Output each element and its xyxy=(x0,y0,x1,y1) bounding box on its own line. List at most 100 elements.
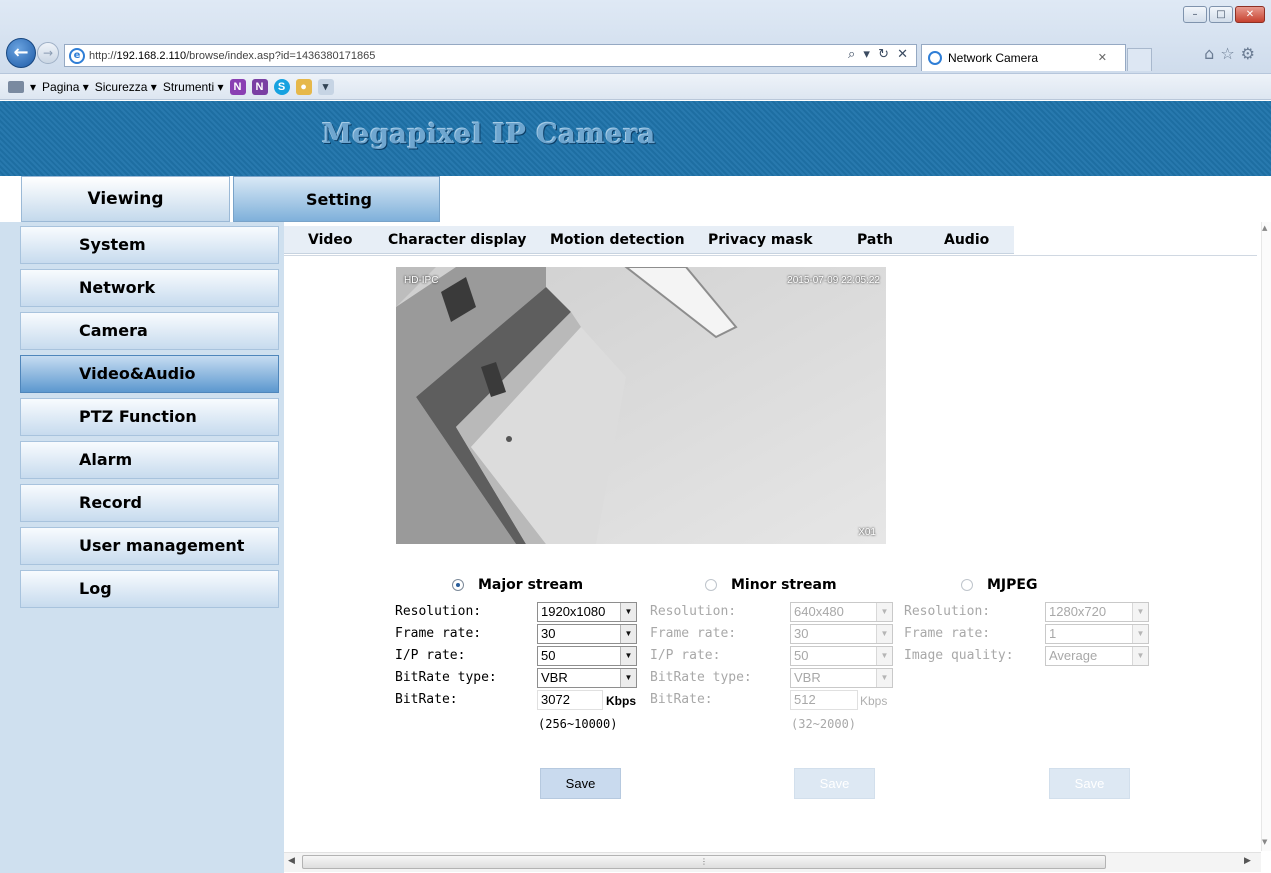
major-bitrate-unit: Kbps xyxy=(606,694,636,708)
horizontal-scroll-thumb[interactable]: ⋮ xyxy=(302,855,1106,869)
home-favorites-tools-icons[interactable]: ⌂☆⚙ xyxy=(1204,44,1261,63)
sidebar-item-system[interactable]: System xyxy=(20,226,279,264)
mjpeg-framerate-value: 1 xyxy=(1049,626,1057,641)
onenote-linked-icon[interactable]: N xyxy=(251,78,268,95)
minor-bitrate-input[interactable]: 512 xyxy=(790,690,858,710)
menu-pagina[interactable]: Pagina ▾ xyxy=(42,80,89,94)
camera-scene-image xyxy=(396,267,886,544)
sidebar-item-video-audio[interactable]: Video&Audio xyxy=(20,355,279,393)
minor-framerate-label: Frame rate: xyxy=(650,626,737,641)
browser-tab[interactable]: Network Camera ✕ xyxy=(921,44,1126,71)
skype-icon[interactable]: S xyxy=(273,78,290,95)
tab-path[interactable]: Path xyxy=(857,226,893,254)
settings-sidebar: System Network Camera Video&Audio PTZ Fu… xyxy=(0,222,284,873)
chevron-down-icon: ▼ xyxy=(1132,647,1148,665)
search-refresh-stop-icons[interactable]: ⌕ ▾ ↻ ✕ xyxy=(848,47,910,62)
tab-motion-detection[interactable]: Motion detection xyxy=(550,226,685,254)
major-stream-title: Major stream xyxy=(478,577,584,593)
tab-close-icon[interactable]: ✕ xyxy=(1098,51,1107,64)
tab-character-display[interactable]: Character display xyxy=(388,226,526,254)
tab-video[interactable]: Video xyxy=(308,226,353,254)
minor-stream-option[interactable]: Minor stream xyxy=(705,577,837,593)
url-text: http://192.168.2.110/browse/index.asp?id… xyxy=(89,50,375,62)
printer-dropdown-icon[interactable]: ▾ xyxy=(30,80,36,94)
major-framerate-label: Frame rate: xyxy=(395,626,482,641)
major-bitrate-type-select[interactable]: VBR ▼ xyxy=(537,668,637,688)
mjpeg-resolution-value: 1280x720 xyxy=(1049,604,1107,619)
mjpeg-save-button[interactable]: Save xyxy=(1049,768,1130,799)
menu-strumenti[interactable]: Strumenti ▾ xyxy=(163,80,224,94)
minor-iprate-select[interactable]: 50 ▼ xyxy=(790,646,893,666)
major-framerate-select[interactable]: 30 ▼ xyxy=(537,624,637,644)
minor-resolution-select[interactable]: 640x480 ▼ xyxy=(790,602,893,622)
tab-audio[interactable]: Audio xyxy=(944,226,989,254)
scroll-down-icon[interactable]: ▼ xyxy=(1262,838,1267,846)
chevron-down-icon: ▼ xyxy=(876,647,892,665)
mjpeg-quality-value: Average xyxy=(1049,648,1098,663)
forward-arrow-icon[interactable]: → xyxy=(37,42,59,64)
addon-icon[interactable]: ● xyxy=(295,78,312,95)
tab-title: Network Camera xyxy=(948,51,1039,65)
major-iprate-select[interactable]: 50 ▼ xyxy=(537,646,637,666)
top-tabs: Viewing Setting xyxy=(0,176,1271,222)
vertical-scrollbar[interactable] xyxy=(1261,222,1271,851)
minor-stream-radio[interactable] xyxy=(705,579,717,591)
minor-bitrate-type-value: VBR xyxy=(794,670,821,685)
chevron-down-icon: ▼ xyxy=(876,603,892,621)
mjpeg-quality-select[interactable]: Average ▼ xyxy=(1045,646,1149,666)
sidebar-item-record[interactable]: Record xyxy=(20,484,279,522)
major-stream-option[interactable]: Major stream xyxy=(452,577,583,593)
tab-setting[interactable]: Setting xyxy=(233,176,440,222)
sidebar-item-camera[interactable]: Camera xyxy=(20,312,279,350)
minor-framerate-value: 30 xyxy=(794,626,809,641)
sidebar-item-ptz-function[interactable]: PTZ Function xyxy=(20,398,279,436)
major-iprate-value: 50 xyxy=(541,648,556,663)
major-iprate-label: I/P rate: xyxy=(395,648,466,663)
minor-bitrate-label: BitRate: xyxy=(650,692,713,707)
minor-bitrate-type-select[interactable]: VBR ▼ xyxy=(790,668,893,688)
tab-privacy-mask[interactable]: Privacy mask xyxy=(708,226,813,254)
sidebar-item-network[interactable]: Network xyxy=(20,269,279,307)
major-resolution-select[interactable]: 1920x1080 ▼ xyxy=(537,602,637,622)
ie-logo-icon: e xyxy=(69,47,85,64)
chevron-down-icon: ▼ xyxy=(620,647,636,665)
minor-save-button[interactable]: Save xyxy=(794,768,875,799)
address-bar[interactable]: e http://192.168.2.110/browse/index.asp?… xyxy=(64,44,917,67)
scroll-left-icon[interactable]: ◀ xyxy=(288,856,295,866)
browser-titlebar: – □ ✕ ← → e http://192.168.2.110/browse/… xyxy=(0,0,1271,74)
minimize-icon[interactable]: – xyxy=(1183,6,1207,23)
scroll-up-icon[interactable]: ▲ xyxy=(1262,224,1267,232)
major-stream-radio[interactable] xyxy=(452,579,464,591)
mjpeg-resolution-select[interactable]: 1280x720 ▼ xyxy=(1045,602,1149,622)
chevron-down-icon: ▼ xyxy=(1132,625,1148,643)
mjpeg-stream-option[interactable]: MJPEG xyxy=(961,577,1037,593)
maximize-icon[interactable]: □ xyxy=(1209,6,1233,23)
major-bitrate-input[interactable]: 3072 xyxy=(537,690,603,710)
video-preview[interactable]: HD-IPC 2015-07-09 22:05:22 X01 xyxy=(396,267,886,544)
sidebar-item-log[interactable]: Log xyxy=(20,570,279,608)
ie-tab-icon xyxy=(928,51,942,65)
more-tools-icon[interactable]: ▾ xyxy=(317,78,334,95)
minor-framerate-select[interactable]: 30 ▼ xyxy=(790,624,893,644)
close-icon[interactable]: ✕ xyxy=(1235,6,1265,23)
printer-icon[interactable] xyxy=(8,80,24,93)
scroll-right-icon[interactable]: ▶ xyxy=(1244,856,1251,866)
menu-sicurezza[interactable]: Sicurezza ▾ xyxy=(95,80,157,94)
sidebar-item-alarm[interactable]: Alarm xyxy=(20,441,279,479)
onenote-icon[interactable]: N xyxy=(229,78,246,95)
chevron-down-icon: ▼ xyxy=(1132,603,1148,621)
major-bitrate-label: BitRate: xyxy=(395,692,458,707)
major-bitrate-type-value: VBR xyxy=(541,670,568,685)
new-tab-button[interactable] xyxy=(1127,48,1152,71)
camera-banner: Megapixel IP Camera xyxy=(0,101,1271,176)
back-arrow-icon[interactable]: ← xyxy=(6,38,36,68)
tab-viewing[interactable]: Viewing xyxy=(21,176,230,222)
mjpeg-framerate-select[interactable]: 1 ▼ xyxy=(1045,624,1149,644)
osd-timestamp: 2015-07-09 22:05:22 xyxy=(787,275,880,286)
mjpeg-quality-label: Image quality: xyxy=(904,648,1014,663)
settings-main: Video Character display Motion detection… xyxy=(284,222,1270,873)
sidebar-item-user-management[interactable]: User management xyxy=(20,527,279,565)
major-save-button[interactable]: Save xyxy=(540,768,621,799)
mjpeg-stream-radio[interactable] xyxy=(961,579,973,591)
osd-device-name: HD-IPC xyxy=(404,275,439,286)
